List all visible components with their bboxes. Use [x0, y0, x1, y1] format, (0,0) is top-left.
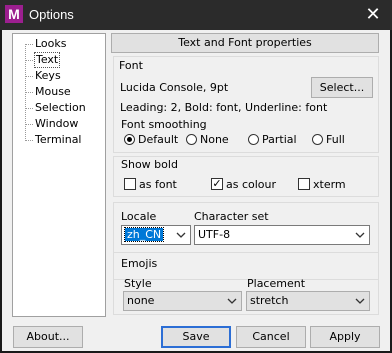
- tree-branch: [26, 92, 33, 93]
- bold-xterm-label[interactable]: xterm: [313, 178, 346, 191]
- tree-item-looks[interactable]: Looks: [35, 37, 67, 51]
- tree-branch: [26, 108, 33, 109]
- locale-value: zh_CN: [123, 227, 165, 242]
- smoothing-partial-radio[interactable]: [248, 134, 259, 145]
- tree-item-text[interactable]: Text: [33, 52, 61, 68]
- tree-item-mouse[interactable]: Mouse: [35, 85, 71, 99]
- bold-as-colour-label[interactable]: as colour: [226, 178, 276, 191]
- tree-item-terminal[interactable]: Terminal: [35, 133, 82, 147]
- cancel-button[interactable]: Cancel: [236, 326, 306, 348]
- tree-branch: [26, 140, 33, 141]
- emoji-style-combo[interactable]: none: [123, 291, 242, 311]
- save-label: Save: [182, 330, 210, 343]
- show-bold-title: Show bold: [121, 158, 178, 171]
- locale-label: Locale: [121, 210, 157, 223]
- smoothing-default-radio[interactable]: [124, 134, 135, 145]
- close-icon[interactable]: ✕: [362, 4, 384, 26]
- bold-as-colour-checkbox[interactable]: ✓: [211, 178, 223, 190]
- chevron-down-icon: [176, 232, 186, 238]
- emoji-placement-value: stretch: [250, 294, 289, 307]
- font-value: Lucida Console, 9pt: [120, 81, 229, 94]
- smoothing-none-radio[interactable]: [186, 134, 197, 145]
- font-details: Leading: 2, Bold: font, Underline: font: [120, 101, 328, 114]
- title-bar: M Options ✕: [0, 0, 392, 30]
- dialog-body: Looks Text Keys Mouse Selection Window T…: [2, 30, 390, 351]
- emoji-style-value: none: [127, 294, 155, 307]
- tree-branch: [26, 44, 33, 45]
- section-header: Text and Font properties: [111, 33, 379, 53]
- save-button[interactable]: Save: [161, 326, 231, 348]
- window-title: Options: [29, 7, 74, 22]
- smoothing-full-radio[interactable]: [312, 134, 323, 145]
- locale-combo[interactable]: zh_CN: [121, 225, 191, 245]
- chevron-down-icon: [355, 298, 365, 304]
- about-button[interactable]: About...: [13, 326, 83, 348]
- charset-value: UTF-8: [198, 228, 231, 241]
- font-group-title: Font: [119, 59, 143, 72]
- tree-item-window[interactable]: Window: [35, 117, 78, 131]
- emojis-title: Emojis: [121, 257, 158, 270]
- tree-branch: [26, 76, 33, 77]
- tree-item-keys[interactable]: Keys: [35, 69, 61, 83]
- app-icon: M: [5, 5, 23, 23]
- apply-button[interactable]: Apply: [310, 326, 380, 348]
- bold-xterm-checkbox[interactable]: [298, 178, 310, 190]
- smoothing-default-label[interactable]: Default: [138, 133, 178, 146]
- smoothing-partial-label[interactable]: Partial: [262, 133, 297, 146]
- about-label: About...: [26, 330, 70, 343]
- emoji-placement-combo[interactable]: stretch: [246, 291, 370, 311]
- charset-combo[interactable]: UTF-8: [194, 225, 370, 245]
- select-font-label: Select...: [319, 81, 365, 94]
- tree-branch: [26, 60, 33, 61]
- smoothing-none-label[interactable]: None: [200, 133, 229, 146]
- smoothing-label: Font smoothing: [121, 118, 207, 131]
- apply-label: Apply: [329, 330, 361, 343]
- charset-label: Character set: [194, 210, 269, 223]
- select-font-button[interactable]: Select...: [311, 77, 373, 98]
- smoothing-full-label[interactable]: Full: [326, 133, 345, 146]
- chevron-down-icon: [355, 232, 365, 238]
- style-label: Style: [124, 277, 152, 290]
- category-tree: Looks Text Keys Mouse Selection Window T…: [12, 33, 106, 317]
- chevron-down-icon: [227, 298, 237, 304]
- bold-as-font-label[interactable]: as font: [139, 178, 177, 191]
- bold-as-font-checkbox[interactable]: [124, 178, 136, 190]
- placement-label: Placement: [247, 277, 306, 290]
- tree-item-selection[interactable]: Selection: [35, 101, 86, 115]
- tree-branch: [26, 124, 33, 125]
- cancel-label: Cancel: [252, 330, 290, 343]
